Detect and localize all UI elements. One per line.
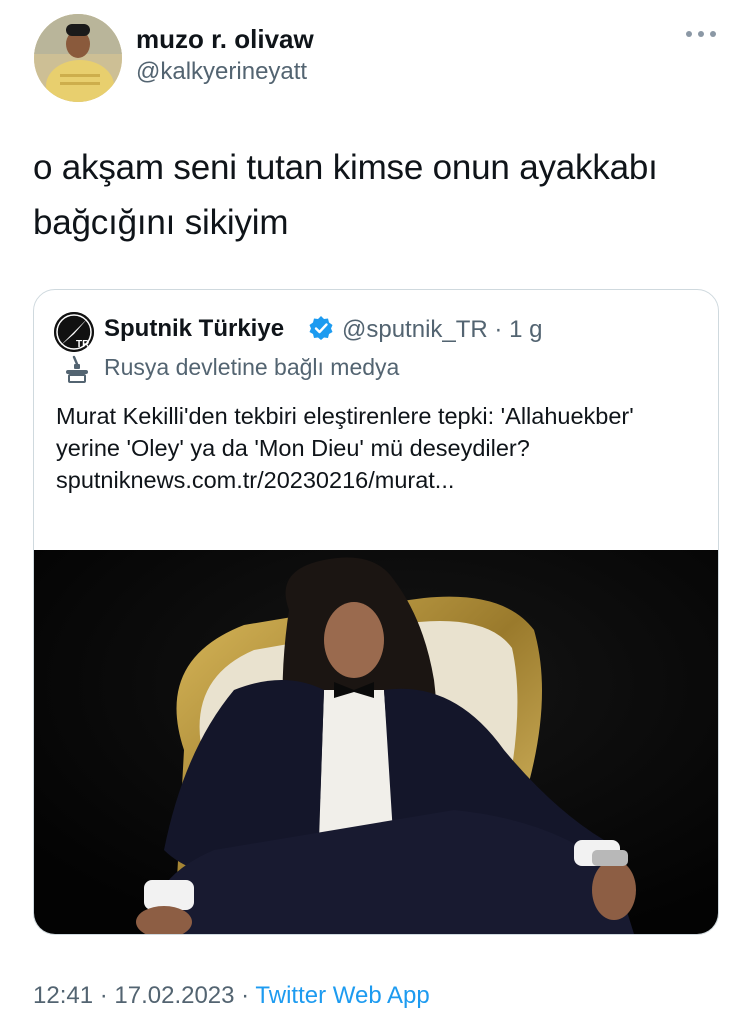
sputnik-logo-icon: TR: [54, 312, 94, 352]
tweet-metadata: 12:41 · 17.02.2023 · Twitter Web App: [33, 982, 430, 1010]
timestamp[interactable]: 12:41 · 17.02.2023 ·: [33, 982, 255, 1009]
tweet-text: o akşam seni tutan kimse onun ayakkabı b…: [33, 148, 658, 242]
quoted-handle-time[interactable]: @sputnik_TR · 1 g: [342, 316, 542, 344]
quoted-avatar[interactable]: TR: [54, 312, 94, 352]
author-avatar-image: [34, 14, 122, 102]
media-photo: [34, 550, 718, 934]
state-media-podium-icon: [66, 355, 88, 383]
source-link[interactable]: Twitter Web App: [255, 982, 429, 1009]
quoted-avatar-text: TR: [76, 339, 90, 350]
quoted-tweet-card[interactable]: TR Sputnik Türkiye @sputnik_TR · 1 g Rus…: [33, 289, 719, 935]
more-dot: [710, 31, 716, 37]
quoted-display-name[interactable]: Sputnik Türkiye: [104, 315, 284, 343]
quoted-link[interactable]: sputniknews.com.tr/20230216/murat...: [56, 464, 696, 496]
quoted-text-body: Murat Kekilli'den tekbiri eleştirenlere …: [56, 403, 634, 461]
state-media-label[interactable]: Rusya devletine bağlı medya: [104, 354, 399, 381]
more-options-icon[interactable]: [684, 24, 718, 44]
more-dot: [698, 31, 704, 37]
quoted-tweet-text: Murat Kekilli'den tekbiri eleştirenlere …: [56, 400, 696, 496]
author-handle[interactable]: @kalkyerineyatt: [136, 58, 307, 86]
more-dot: [686, 31, 692, 37]
quoted-media-image[interactable]: [34, 550, 718, 934]
author-display-name[interactable]: muzo r. olivaw: [136, 24, 314, 55]
verified-badge-icon: [309, 316, 333, 340]
author-avatar[interactable]: [34, 14, 122, 102]
